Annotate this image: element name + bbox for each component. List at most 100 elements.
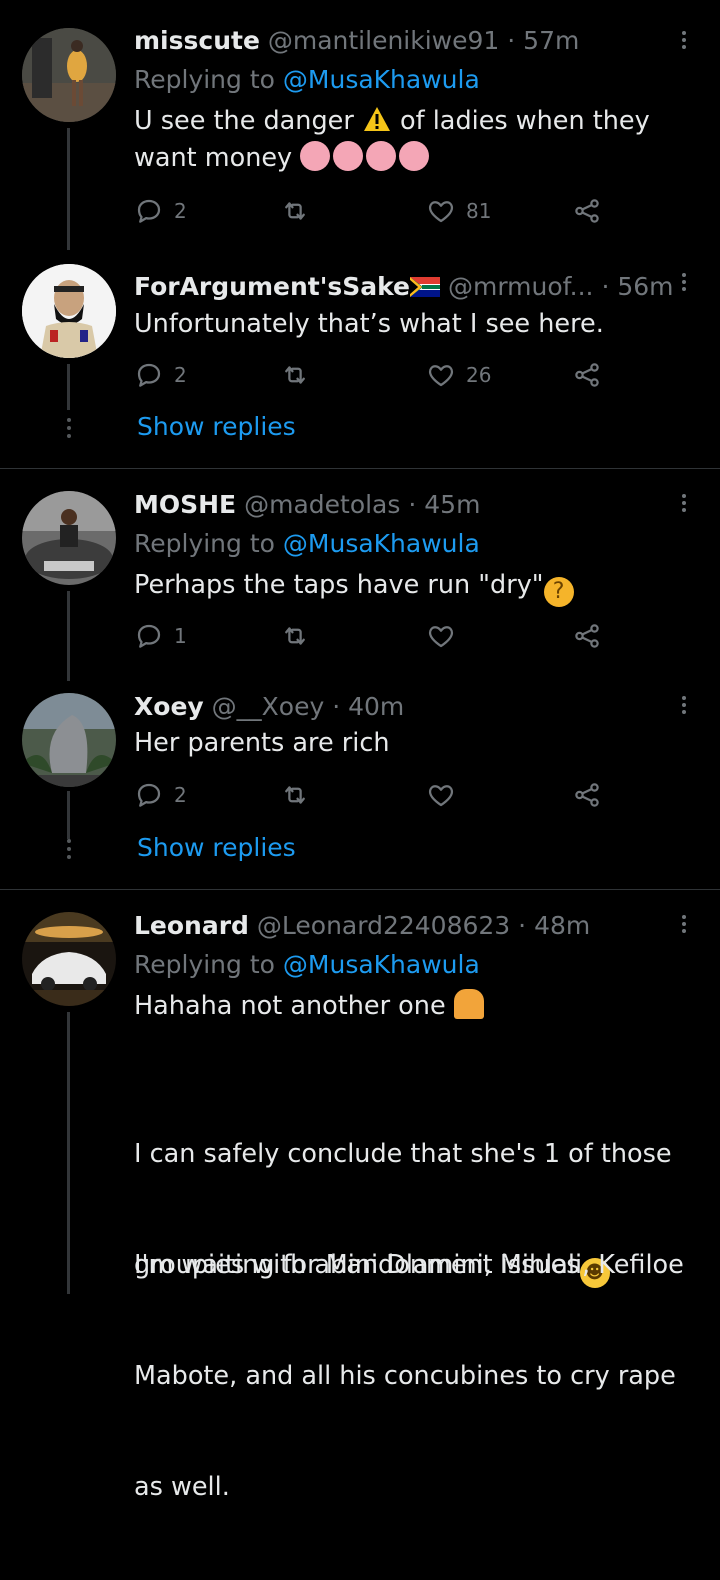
share-button[interactable] <box>572 358 602 392</box>
more-vertical-icon[interactable] <box>674 491 694 517</box>
avatar[interactable] <box>22 28 116 122</box>
tweet-text-line: I'm waiting for Mini Dlamini, Mihlali, K… <box>134 1250 684 1280</box>
avatar[interactable] <box>22 264 116 358</box>
avatar[interactable] <box>22 912 116 1006</box>
reply-count: 1 <box>174 624 187 648</box>
timestamp[interactable]: · 45m <box>408 490 480 519</box>
retweet-button[interactable] <box>280 194 310 228</box>
reply-button[interactable]: 2 <box>134 778 187 812</box>
tweet-text: Unfortunately that’s what I see here. <box>134 309 604 339</box>
display-name[interactable]: MOSHE <box>134 490 236 519</box>
tweet-moshe[interactable]: MOSHE @madetolas · 45m Replying to @Musa… <box>0 469 720 681</box>
tweet-header: Xoey @__Xoey · 40m <box>134 692 404 722</box>
tweet-actions: 2 26 <box>134 358 614 392</box>
share-button[interactable] <box>572 778 602 812</box>
avatar-image <box>22 264 116 358</box>
like-count: 81 <box>466 199 492 223</box>
more-vertical-icon[interactable] <box>674 270 694 296</box>
tweet-text-part: Perhaps the taps have run "dry" <box>134 570 544 600</box>
reply-count: 2 <box>174 363 187 387</box>
tweet-misscute[interactable]: misscute @mantilenikiwe91 · 57m Replying… <box>0 0 720 250</box>
share-icon <box>572 196 602 226</box>
retweet-icon <box>280 621 310 651</box>
tweet-text-line: Mabote, and all his concubines to cry ra… <box>134 1361 676 1391</box>
like-button[interactable]: 26 <box>426 358 491 392</box>
tweet-header: Leonard @Leonard22408623 · 48m <box>134 911 590 941</box>
more-vertical-icon[interactable] <box>674 693 694 719</box>
reply-icon <box>134 780 164 810</box>
replying-label: Replying to <box>134 529 275 558</box>
avatar[interactable] <box>22 693 116 787</box>
user-handle[interactable]: @__Xoey <box>212 692 325 721</box>
share-icon <box>572 780 602 810</box>
more-vertical-icon[interactable] <box>674 912 694 938</box>
tweet-header: MOSHE @madetolas · 45m <box>134 490 480 520</box>
user-handle[interactable]: @madetolas <box>244 490 400 519</box>
avatar-image <box>22 693 116 787</box>
timestamp[interactable]: · 56m <box>601 272 673 301</box>
tweet-text-para1: Hahaha not another one <box>134 988 694 1025</box>
user-handle[interactable]: @Leonard22408623 <box>257 911 510 940</box>
retweet-button[interactable] <box>280 358 310 392</box>
tweet-text: Perhaps the taps have run "dry"? <box>134 567 694 607</box>
share-button[interactable] <box>572 194 602 228</box>
tweet-text-line: as well. <box>134 1472 230 1502</box>
tweet-forargumentssake[interactable]: ForArgument'sSake @mrmuof... · 56m Unfor… <box>0 250 720 468</box>
like-count: 26 <box>466 363 492 387</box>
shrug-emoji-icon <box>300 141 430 173</box>
replying-label: Replying to <box>134 950 275 979</box>
reply-button[interactable]: 2 <box>134 194 187 228</box>
tweet-text-part: Hahaha not another one <box>134 991 446 1021</box>
avatar-image <box>22 28 116 122</box>
timestamp[interactable]: · 48m <box>518 911 590 940</box>
tweet-text: U see the danger of ladies when they wan… <box>134 103 694 177</box>
retweet-button[interactable] <box>280 619 310 653</box>
reply-icon <box>134 196 164 226</box>
heart-icon <box>426 780 456 810</box>
share-icon <box>572 621 602 651</box>
timestamp[interactable]: · 40m <box>332 692 404 721</box>
tweet-xoey[interactable]: Xoey @__Xoey · 40m Her parents are rich … <box>0 681 720 889</box>
user-handle[interactable]: @mantilenikiwe91 <box>268 26 499 55</box>
like-button[interactable] <box>426 778 456 812</box>
avatar-image <box>22 491 116 585</box>
mention-link[interactable]: @MusaKhawula <box>283 950 480 979</box>
display-name[interactable]: ForArgument'sSake <box>134 272 410 301</box>
reply-button[interactable]: 1 <box>134 619 187 653</box>
thread-line <box>67 1012 70 1294</box>
more-vertical-icon[interactable] <box>674 28 694 54</box>
tweet-text-line: I can safely conclude that she's 1 of th… <box>134 1139 672 1169</box>
replying-to: Replying to @MusaKhawula <box>134 65 480 95</box>
like-button[interactable] <box>426 619 456 653</box>
display-name[interactable]: misscute <box>134 26 260 55</box>
display-name[interactable]: Xoey <box>134 692 204 721</box>
tweet-text-para3: I'm waiting for Mini Dlamini, Mihlali, K… <box>134 1173 694 1580</box>
thread-dots <box>66 839 72 863</box>
avatar[interactable] <box>22 491 116 585</box>
user-handle[interactable]: @mrmuof... <box>448 272 594 301</box>
south-africa-flag-icon <box>410 277 441 297</box>
reply-icon <box>134 360 164 390</box>
thread-line <box>67 791 70 839</box>
display-name[interactable]: Leonard <box>134 911 249 940</box>
tweet-leonard[interactable]: Leonard @Leonard22408623 · 48m Replying … <box>0 890 720 1502</box>
reply-icon <box>134 621 164 651</box>
show-replies-link[interactable]: Show replies <box>137 412 296 441</box>
tweet-text-part: U see the danger <box>134 106 362 136</box>
warning-emoji-icon <box>362 104 392 134</box>
heart-icon <box>426 621 456 651</box>
show-replies-link[interactable]: Show replies <box>137 833 296 862</box>
tweet-actions: 1 <box>134 619 614 653</box>
timestamp[interactable]: · 57m <box>507 26 579 55</box>
retweet-icon <box>280 780 310 810</box>
tweet-text: Her parents are rich <box>134 728 390 758</box>
mention-link[interactable]: @MusaKhawula <box>283 529 480 558</box>
reply-button[interactable]: 2 <box>134 358 187 392</box>
retweet-button[interactable] <box>280 778 310 812</box>
mention-link[interactable]: @MusaKhawula <box>283 65 480 94</box>
tweet-actions: 2 <box>134 778 614 812</box>
like-button[interactable]: 81 <box>426 194 491 228</box>
tweet-header: ForArgument'sSake @mrmuof... · 56m <box>134 272 674 302</box>
share-button[interactable] <box>572 619 602 653</box>
tweet-actions: 2 81 <box>134 194 614 228</box>
